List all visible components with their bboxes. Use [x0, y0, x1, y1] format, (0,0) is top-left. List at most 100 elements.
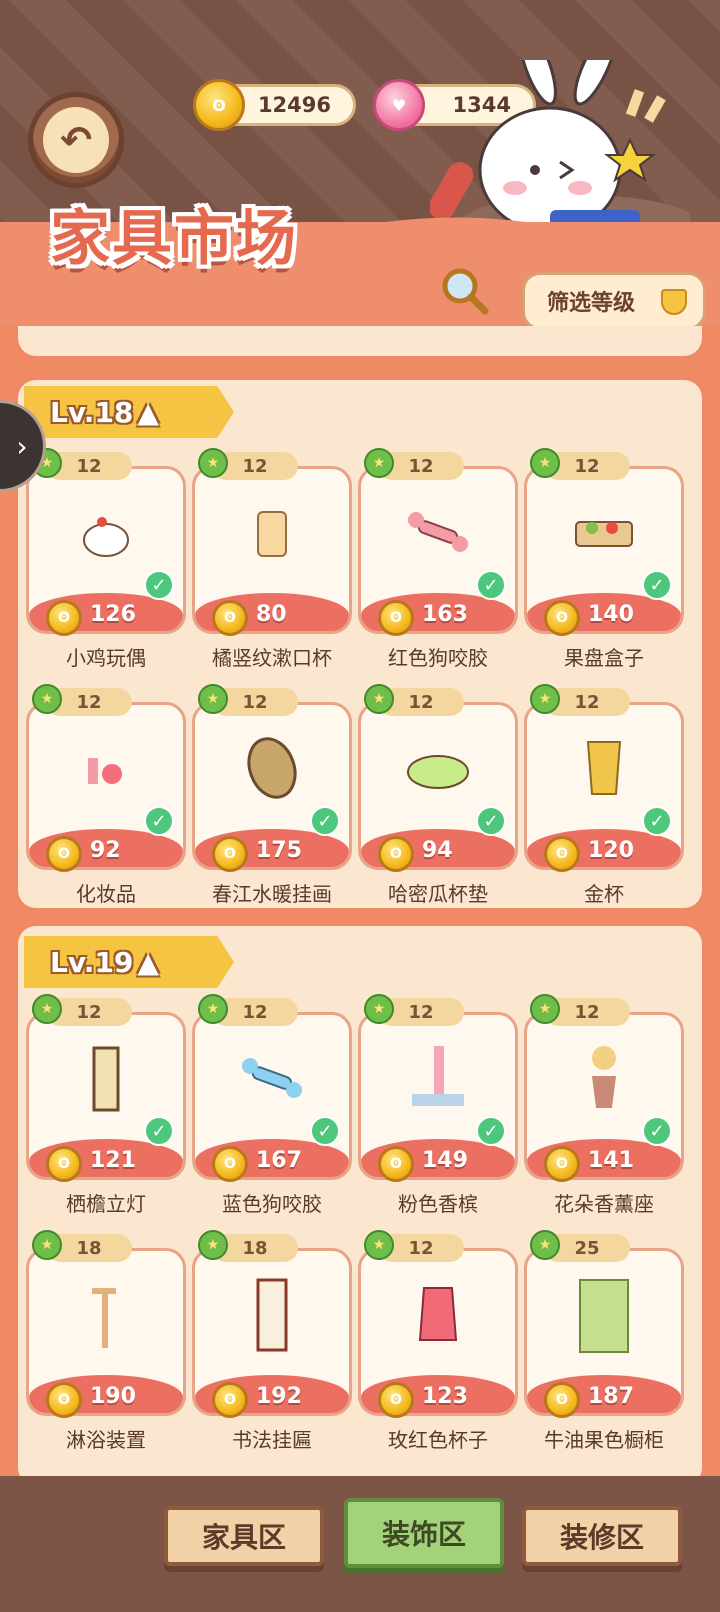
back-arrow-icon: ↶	[43, 107, 109, 173]
item-card[interactable]: 12 ★ ✓ ʘ 141 花朵香薰座	[524, 994, 684, 1234]
coin-icon: ʘ	[378, 1382, 414, 1418]
coin-icon: ʘ	[212, 1382, 248, 1418]
blue-bone-icon	[242, 1058, 302, 1098]
coin-icon: ʘ	[544, 836, 580, 872]
check-icon: ✓	[310, 1116, 340, 1146]
item-card[interactable]: 12 ★ ✓ ʘ 175 春江水暖挂画	[192, 684, 352, 924]
check-icon: ✓	[642, 1116, 672, 1146]
item-price: 167	[256, 1148, 302, 1173]
tab-label: 装修区	[559, 1521, 644, 1554]
item-price: 94	[422, 838, 453, 863]
coin-icon: ʘ	[544, 1146, 580, 1182]
item-name: 淋浴装置	[66, 1428, 146, 1452]
clover-icon: ★	[530, 1230, 560, 1260]
item-price: 121	[90, 1148, 136, 1173]
item-name: 粉色香槟	[398, 1192, 478, 1216]
flower-vase-icon	[592, 1046, 616, 1108]
tab-label: 装饰区	[381, 1518, 466, 1551]
item-name: 红色狗咬胶	[388, 646, 488, 670]
item-name: 书法挂匾	[232, 1428, 312, 1452]
clover-icon: ★	[364, 1230, 394, 1260]
page-title: 家具市场	[50, 204, 298, 274]
item-price: 120	[588, 838, 634, 863]
check-icon: ✓	[310, 806, 340, 836]
previous-section-remnant	[18, 326, 702, 356]
item-card[interactable]: 12 ★ ✓ ʘ 94 哈密瓜杯垫	[358, 684, 518, 924]
item-name: 春江水暖挂画	[212, 882, 332, 906]
check-icon: ✓	[144, 570, 174, 600]
coin-icon: ʘ	[193, 79, 245, 131]
clover-icon: ★	[364, 684, 394, 714]
level-tag: Lv.18 ▲	[24, 386, 234, 438]
item-price: 163	[422, 602, 468, 627]
item-card[interactable]: 12 ★ ✓ ʘ 140 果盘盒子	[524, 448, 684, 688]
item-price: 190	[90, 1384, 136, 1409]
clover-icon: ★	[32, 684, 62, 714]
gold-cup-icon	[586, 741, 622, 795]
item-price: 80	[256, 602, 287, 627]
clover-icon: ★	[198, 994, 228, 1024]
clover-icon: ★	[530, 448, 560, 478]
red-bone-icon	[408, 512, 468, 552]
clover-icon: ★	[530, 684, 560, 714]
level-tag-label: Lv.18	[50, 395, 134, 429]
item-card[interactable]: 25 ★ ʘ 187 牛油果色橱柜	[524, 1230, 684, 1470]
item-card[interactable]: 18 ★ ʘ 192 书法挂匾	[192, 1230, 352, 1470]
champagne-icon	[412, 1046, 464, 1106]
check-icon: ✓	[642, 806, 672, 836]
caret-up-icon: ▲	[137, 395, 159, 429]
check-icon: ✓	[144, 1116, 174, 1146]
item-name: 哈密瓜杯垫	[388, 882, 488, 906]
clover-icon: ★	[198, 448, 228, 478]
item-list[interactable]: Lv.18 ▲ Lv.19 ▲ 12 ★ ✓ ʘ 126 小鸡玩偶 12 ★ ʘ…	[0, 326, 720, 1476]
cabinet-icon	[579, 1279, 629, 1353]
item-price: 175	[256, 838, 302, 863]
item-name: 化妆品	[76, 882, 136, 906]
heart-icon: ♥	[373, 79, 425, 131]
item-card[interactable]: 12 ★ ✓ ʘ 126 小鸡玩偶	[26, 448, 186, 688]
rose-cup-icon	[418, 1287, 458, 1341]
coin-icon: ʘ	[544, 1382, 580, 1418]
cup-icon	[257, 511, 287, 557]
coin-icon: ʘ	[378, 600, 414, 636]
lamp-icon	[92, 1046, 120, 1112]
coin-icon: ʘ	[46, 600, 82, 636]
item-card[interactable]: 18 ★ ʘ 190 淋浴装置	[26, 1230, 186, 1470]
item-name: 果盘盒子	[564, 646, 644, 670]
coin-icon: ʘ	[46, 1146, 82, 1182]
chevron-right-icon: ›	[16, 429, 28, 463]
item-price: 92	[90, 838, 121, 863]
clover-icon: ★	[198, 684, 228, 714]
filter-level-label: 筛选等级	[547, 291, 636, 316]
bottom-nav: 家具区 装饰区 装修区	[0, 1476, 720, 1612]
search-icon[interactable]	[440, 266, 490, 316]
level-tag-label: Lv.19	[50, 945, 134, 979]
item-card[interactable]: 12 ★ ✓ ʘ 121 栖檐立灯	[26, 994, 186, 1234]
coin-icon: ʘ	[544, 600, 580, 636]
item-card[interactable]: 12 ★ ✓ ʘ 167 蓝色狗咬胶	[192, 994, 352, 1234]
check-icon: ✓	[476, 570, 506, 600]
check-icon: ✓	[642, 570, 672, 600]
clover-icon: ★	[364, 994, 394, 1024]
item-name: 橘竖纹漱口杯	[212, 646, 332, 670]
tab-renovation[interactable]: 装修区	[522, 1506, 682, 1566]
cosmetics-icon	[88, 758, 122, 784]
tab-label: 家具区	[201, 1521, 286, 1554]
item-card[interactable]: 12 ★ ✓ ʘ 92 化妆品	[26, 684, 186, 924]
item-card[interactable]: 12 ★ ʘ 80 橘竖纹漱口杯	[192, 448, 352, 688]
back-button[interactable]: ↶	[28, 92, 124, 188]
item-price: 149	[422, 1148, 468, 1173]
tab-decoration[interactable]: 装饰区	[344, 1498, 504, 1568]
item-card[interactable]: 12 ★ ✓ ʘ 163 红色狗咬胶	[358, 448, 518, 688]
coin-icon: ʘ	[46, 836, 82, 872]
clover-icon: ★	[32, 994, 62, 1024]
tab-furniture[interactable]: 家具区	[164, 1506, 324, 1566]
item-name: 小鸡玩偶	[66, 646, 146, 670]
item-card[interactable]: 12 ★ ✓ ʘ 149 粉色香槟	[358, 994, 518, 1234]
item-card[interactable]: 12 ★ ʘ 123 玫红色杯子	[358, 1230, 518, 1470]
item-name: 玫红色杯子	[388, 1428, 488, 1452]
item-name: 蓝色狗咬胶	[222, 1192, 322, 1216]
fruit-box-icon	[575, 521, 633, 547]
item-card[interactable]: 12 ★ ✓ ʘ 120 金杯	[524, 684, 684, 924]
filter-level-button[interactable]: 筛选等级	[522, 272, 706, 330]
